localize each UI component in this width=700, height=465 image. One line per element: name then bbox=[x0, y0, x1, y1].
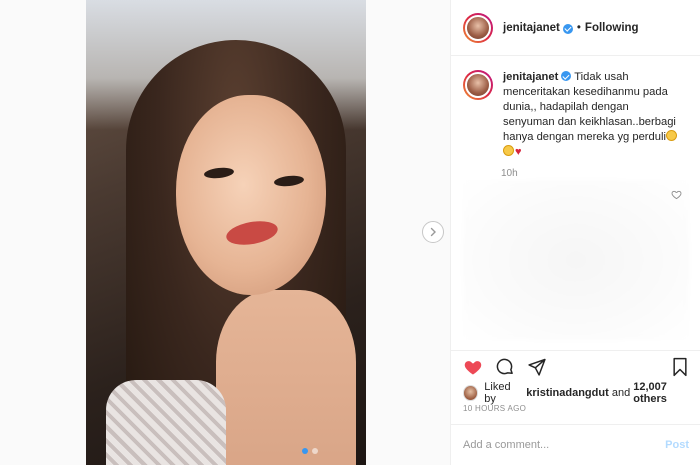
following-button[interactable]: Following bbox=[585, 22, 639, 34]
action-bar bbox=[451, 350, 700, 376]
liked-by-and: and bbox=[611, 387, 631, 399]
liked-by-user[interactable]: kristinadangdut bbox=[526, 387, 609, 399]
share-icon[interactable] bbox=[527, 357, 547, 377]
verified-badge-icon bbox=[561, 71, 572, 81]
liked-by-count[interactable]: 12,007 others bbox=[633, 381, 700, 405]
comment-icon[interactable] bbox=[495, 357, 515, 377]
post-comment-button[interactable]: Post bbox=[665, 439, 689, 451]
liked-by-prefix: Liked by bbox=[484, 381, 511, 405]
post-header: jenitajanet • Following bbox=[451, 0, 700, 56]
caption-username[interactable]: jenitajanet bbox=[503, 71, 558, 83]
comment-input[interactable] bbox=[463, 439, 666, 451]
heart-icon[interactable] bbox=[463, 357, 483, 377]
post-timestamp[interactable]: 10 HOURS AGO bbox=[463, 404, 526, 413]
hug-emoji-icon bbox=[503, 145, 514, 156]
comment-bar: Post bbox=[451, 424, 700, 465]
chevron-right-icon bbox=[430, 227, 436, 237]
caption-avatar[interactable] bbox=[463, 70, 493, 100]
author-avatar[interactable] bbox=[463, 12, 493, 43]
photo-shirt bbox=[106, 380, 226, 465]
liked-by: Liked by kristinadangdut and 12,007 othe… bbox=[463, 381, 700, 405]
liker-avatar[interactable] bbox=[463, 385, 479, 401]
photo-face bbox=[176, 95, 326, 295]
smile-emoji-icon bbox=[665, 130, 677, 141]
photo-neck bbox=[216, 290, 356, 465]
caption: jenitajanet Tidak usah menceritakan kese… bbox=[451, 56, 700, 160]
caption-body: jenitajanet Tidak usah menceritakan kese… bbox=[503, 70, 681, 160]
comments-area bbox=[463, 180, 689, 340]
carousel-dot bbox=[312, 448, 318, 454]
author-username[interactable]: jenitajanet bbox=[503, 22, 560, 34]
comment-like-icon[interactable] bbox=[671, 189, 682, 200]
header-separator: • bbox=[576, 21, 581, 34]
post-photo[interactable] bbox=[86, 0, 366, 465]
carousel-dots bbox=[302, 448, 318, 454]
next-slide-button[interactable] bbox=[422, 221, 444, 243]
post-sidebar: jenitajanet • Following jenitajanet Tida… bbox=[450, 0, 700, 465]
verified-badge-icon bbox=[562, 23, 573, 34]
carousel-dot-active bbox=[302, 448, 308, 454]
bookmark-icon[interactable] bbox=[671, 357, 689, 377]
caption-time: 10h bbox=[501, 168, 518, 179]
red-heart-emoji-icon: ♥ bbox=[515, 146, 522, 158]
